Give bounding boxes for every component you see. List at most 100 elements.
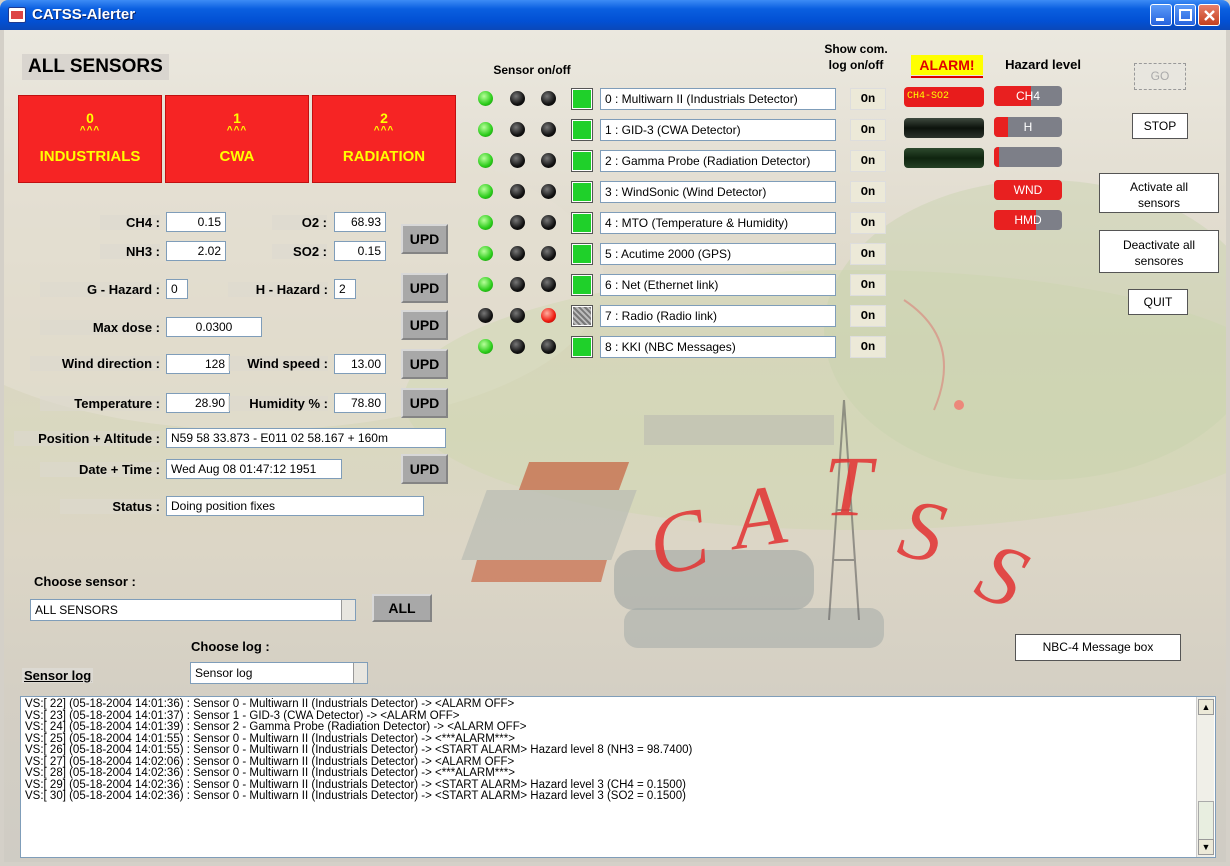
comlog-toggle-button[interactable]: On (850, 274, 886, 296)
scroll-thumb[interactable] (1198, 801, 1214, 841)
activate-all-button[interactable]: Activate all sensors (1099, 173, 1219, 213)
status-led-icon (541, 308, 556, 323)
comlog-toggle-button[interactable]: On (850, 88, 886, 110)
deactivate-all-button[interactable]: Deactivate all sensores (1099, 230, 1219, 273)
comlog-toggle-button[interactable]: On (850, 150, 886, 172)
comlog-toggle-button[interactable]: On (850, 119, 886, 141)
log-line: VS:[ 24] (05-18-2004 14:01:39) : Sensor … (25, 721, 527, 733)
max-dose-field[interactable]: 0.0300 (166, 317, 262, 337)
title-bar[interactable]: CATSS-Alerter (0, 0, 1230, 30)
alarm-bar-text: CH4-SO2 (907, 91, 950, 102)
maximize-button[interactable] (1174, 4, 1196, 26)
humidity-field[interactable]: 78.80 (334, 393, 386, 413)
status-led-icon (510, 153, 525, 168)
upd-hazard-button[interactable]: UPD (401, 273, 448, 303)
all-sensors-button[interactable]: ALL (372, 594, 432, 622)
category-radiation[interactable]: 2 ^^^ RADIATION (312, 95, 456, 183)
so2-label: SO2 : (272, 244, 327, 259)
alarm-indicator: ALARM! (911, 55, 983, 75)
h-hazard-field[interactable]: 2 (334, 279, 356, 299)
nbc-message-box-button[interactable]: NBC-4 Message box (1015, 634, 1181, 661)
upd-dose-button[interactable]: UPD (401, 310, 448, 340)
category-cwa[interactable]: 1 ^^^ CWA (165, 95, 309, 183)
status-led-icon (510, 246, 525, 261)
so2-field[interactable]: 0.15 (334, 241, 386, 261)
sensor-toggle[interactable] (571, 336, 593, 358)
all-sensors-heading: ALL SENSORS (22, 54, 169, 80)
upd-wind-button[interactable]: UPD (401, 349, 448, 379)
status-led-icon (478, 91, 493, 106)
app-icon (8, 7, 26, 23)
comlog-toggle-button[interactable]: On (850, 305, 886, 327)
temperature-field[interactable]: 28.90 (166, 393, 230, 413)
status-led-icon (478, 277, 493, 292)
quit-button[interactable]: QUIT (1128, 289, 1188, 315)
position-field[interactable]: N59 58 33.873 - E011 02 58.167 + 160m (166, 428, 446, 448)
ch4-label: CH4 : (100, 215, 160, 230)
category-industrials[interactable]: 0 ^^^ INDUSTRIALS (18, 95, 162, 183)
minimize-button[interactable] (1150, 4, 1172, 26)
choose-log-label: Choose log : (191, 639, 270, 654)
wind-direction-label: Wind direction : (30, 356, 160, 371)
sensor-toggle[interactable] (571, 212, 593, 234)
log-scrollbar[interactable]: ▲ ▼ (1196, 697, 1214, 857)
nh3-field[interactable]: 2.02 (166, 241, 226, 261)
sensor-log-area[interactable]: VS:[ 22] (05-18-2004 14:01:36) : Sensor … (20, 696, 1216, 858)
go-button[interactable]: GO (1134, 63, 1186, 90)
sensor-toggle[interactable] (571, 305, 593, 327)
wind-speed-field[interactable]: 13.00 (334, 354, 386, 374)
hazard-level-bar: HMD (994, 210, 1062, 230)
sensor-toggle[interactable] (571, 181, 593, 203)
choose-sensor-value: ALL SENSORS (35, 603, 118, 617)
sensor-name: 5 : Acutime 2000 (GPS) (600, 243, 836, 265)
choose-sensor-select[interactable]: ALL SENSORS (30, 599, 356, 621)
scroll-up-icon[interactable]: ▲ (1198, 699, 1214, 715)
position-label: Position + Altitude : (14, 431, 160, 446)
comlog-toggle-button[interactable]: On (850, 181, 886, 203)
hazard-level-bar: H (994, 117, 1062, 137)
upd-datetime-button[interactable]: UPD (401, 454, 448, 484)
log-line: VS:[ 28] (05-18-2004 14:02:36) : Sensor … (25, 767, 515, 779)
ch4-field[interactable]: 0.15 (166, 212, 226, 232)
status-led-icon (541, 122, 556, 137)
choose-log-value: Sensor log (195, 666, 253, 680)
comlog-toggle-button[interactable]: On (850, 336, 886, 358)
sensor-toggle[interactable] (571, 119, 593, 141)
choose-log-select[interactable]: Sensor log (190, 662, 368, 684)
minimize-icon (1156, 18, 1164, 21)
sensor-name: 6 : Net (Ethernet link) (600, 274, 836, 296)
upd-gas-button[interactable]: UPD (401, 224, 448, 254)
max-dose-label: Max dose : (40, 320, 160, 335)
sensor-name: 3 : WindSonic (Wind Detector) (600, 181, 836, 203)
category-count: 2 (380, 110, 388, 126)
close-button[interactable] (1198, 4, 1220, 26)
activate-all-label-1: Activate all (1129, 180, 1189, 194)
scroll-down-icon[interactable]: ▼ (1198, 839, 1214, 855)
status-led-icon (478, 153, 493, 168)
sensor-name: 1 : GID-3 (CWA Detector) (600, 119, 836, 141)
sensor-toggle[interactable] (571, 88, 593, 110)
hazard-level-bar (994, 147, 1062, 167)
sensor-toggle[interactable] (571, 243, 593, 265)
status-led-icon (510, 339, 525, 354)
dropdown-arrow-icon[interactable] (353, 663, 367, 683)
category-count: 0 (86, 110, 94, 126)
upd-climate-button[interactable]: UPD (401, 388, 448, 418)
sensor-toggle[interactable] (571, 274, 593, 296)
stop-button[interactable]: STOP (1132, 113, 1188, 139)
status-led-icon (510, 308, 525, 323)
o2-field[interactable]: 68.93 (334, 212, 386, 232)
date-time-field[interactable]: Wed Aug 08 01:47:12 1951 (166, 459, 342, 479)
sensor-toggle[interactable] (571, 150, 593, 172)
comlog-toggle-button[interactable]: On (850, 212, 886, 234)
comlog-toggle-button[interactable]: On (850, 243, 886, 265)
g-hazard-field[interactable]: 0 (166, 279, 188, 299)
category-label: RADIATION (342, 148, 426, 165)
h-hazard-label: H - Hazard : (228, 282, 328, 297)
comlog-header-line1: Show com. (824, 42, 888, 56)
category-carets: ^^^ (373, 125, 395, 136)
alarm-bar-ch4-so2: CH4-SO2 (904, 87, 984, 107)
status-led-icon (541, 339, 556, 354)
wind-direction-field[interactable]: 128 (166, 354, 230, 374)
dropdown-arrow-icon[interactable] (341, 600, 355, 620)
